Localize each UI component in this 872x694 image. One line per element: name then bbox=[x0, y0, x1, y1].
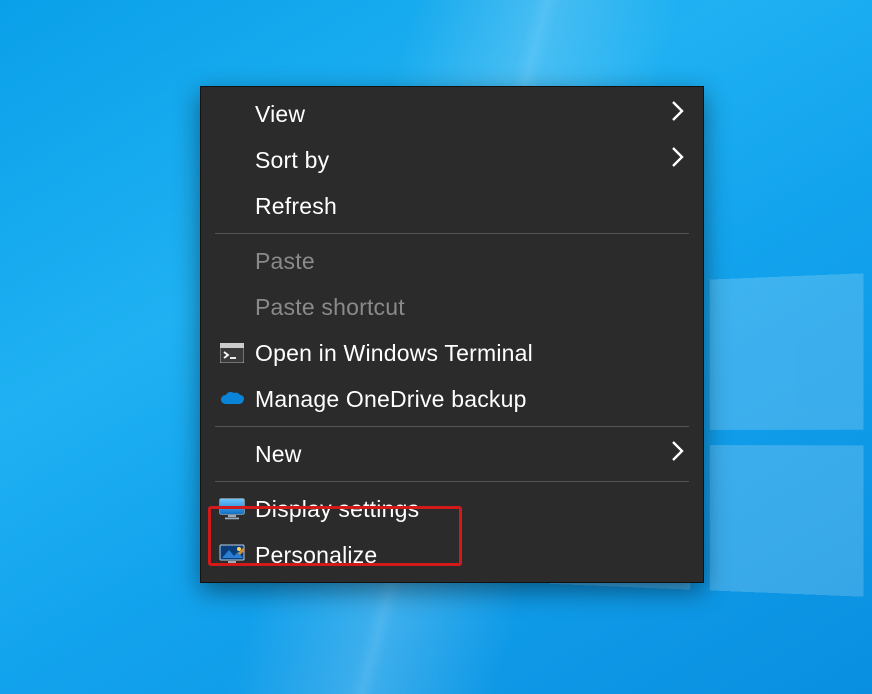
menu-item-display-settings[interactable]: Display settings bbox=[201, 486, 703, 532]
menu-item-label: Refresh bbox=[255, 193, 685, 220]
menu-item-label: Sort by bbox=[255, 147, 663, 174]
display-icon bbox=[215, 496, 249, 522]
menu-item-personalize[interactable]: Personalize bbox=[201, 532, 703, 578]
menu-item-paste: Paste bbox=[201, 238, 703, 284]
menu-item-label: Open in Windows Terminal bbox=[255, 340, 685, 367]
menu-item-label: Paste shortcut bbox=[255, 294, 685, 321]
menu-item-open-terminal[interactable]: Open in Windows Terminal bbox=[201, 330, 703, 376]
menu-item-label: View bbox=[255, 101, 663, 128]
menu-item-paste-shortcut: Paste shortcut bbox=[201, 284, 703, 330]
blank-icon bbox=[215, 248, 249, 274]
menu-separator bbox=[215, 481, 689, 482]
chevron-right-icon bbox=[663, 440, 685, 468]
menu-item-label: Manage OneDrive backup bbox=[255, 386, 685, 413]
personalize-icon bbox=[215, 542, 249, 568]
blank-icon bbox=[215, 147, 249, 173]
blank-icon bbox=[215, 294, 249, 320]
desktop-context-menu: View Sort by Refresh Paste Paste shortcu… bbox=[200, 86, 704, 583]
blank-icon bbox=[215, 193, 249, 219]
menu-separator bbox=[215, 233, 689, 234]
menu-item-new[interactable]: New bbox=[201, 431, 703, 477]
menu-separator bbox=[215, 426, 689, 427]
menu-item-view[interactable]: View bbox=[201, 91, 703, 137]
menu-item-manage-onedrive[interactable]: Manage OneDrive backup bbox=[201, 376, 703, 422]
menu-item-label: Paste bbox=[255, 248, 685, 275]
chevron-right-icon bbox=[663, 100, 685, 128]
menu-item-refresh[interactable]: Refresh bbox=[201, 183, 703, 229]
blank-icon bbox=[215, 101, 249, 127]
menu-item-label: New bbox=[255, 441, 663, 468]
terminal-icon bbox=[215, 340, 249, 366]
chevron-right-icon bbox=[663, 146, 685, 174]
blank-icon bbox=[215, 441, 249, 467]
menu-item-sort-by[interactable]: Sort by bbox=[201, 137, 703, 183]
menu-item-label: Display settings bbox=[255, 496, 685, 523]
desktop-wallpaper[interactable]: View Sort by Refresh Paste Paste shortcu… bbox=[0, 0, 872, 694]
onedrive-icon bbox=[215, 386, 249, 412]
menu-item-label: Personalize bbox=[255, 542, 685, 569]
